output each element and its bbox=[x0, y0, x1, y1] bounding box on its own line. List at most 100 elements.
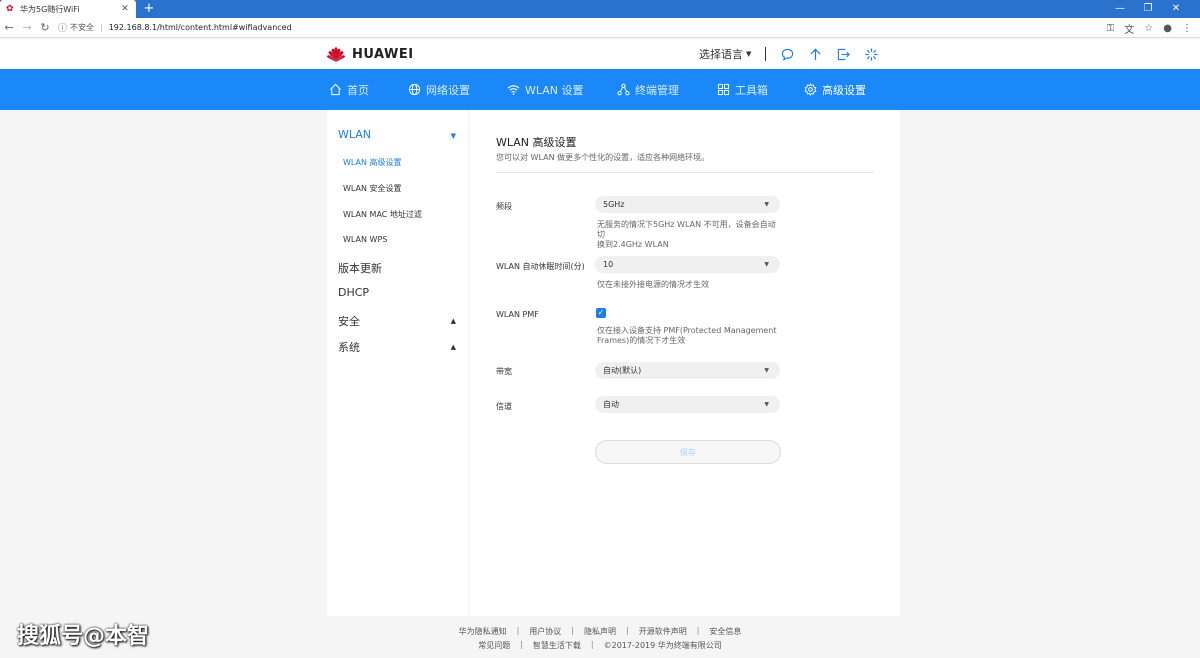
bandwidth-value: 自动(默认) bbox=[603, 366, 642, 375]
globe-icon bbox=[408, 83, 421, 96]
footer-separator: | bbox=[590, 640, 594, 649]
save-button[interactable]: 保存 bbox=[595, 440, 781, 464]
band-value: 5GHz bbox=[603, 200, 625, 209]
forward-icon[interactable]: → bbox=[18, 21, 36, 34]
insecure-label: 不安全 bbox=[70, 23, 95, 32]
huawei-flower-icon bbox=[327, 47, 345, 62]
url-text: 192.168.8.1/html/content.html#wifiadvanc… bbox=[108, 23, 292, 32]
sidebar-item-wlan-mac-filter[interactable]: WLAN MAC 地址过滤 bbox=[343, 209, 422, 220]
caret-down-icon: ▼ bbox=[764, 367, 769, 374]
bandwidth-label: 带宽 bbox=[496, 367, 512, 376]
pmf-checkbox[interactable]: ✓ bbox=[596, 308, 606, 318]
translate-icon[interactable]: 文 bbox=[1124, 21, 1134, 36]
window-close-icon[interactable]: ✕ bbox=[1162, 0, 1190, 18]
loading-spinner-icon bbox=[864, 47, 878, 61]
nav-devices-label: 终端管理 bbox=[635, 83, 679, 97]
caret-down-icon[interactable]: ▼ bbox=[451, 132, 456, 140]
footer-link-privacy-statement[interactable]: 隐私声明 bbox=[584, 626, 616, 637]
message-icon[interactable] bbox=[780, 47, 794, 61]
sidebar-item-wlan-wps[interactable]: WLAN WPS bbox=[343, 235, 387, 244]
nav-home-label: 首页 bbox=[347, 83, 369, 97]
footer-links-row2: 常见问题 | 智慧生活下载 | ©2017-2019 华为终端有限公司 bbox=[0, 640, 1200, 651]
huawei-favicon-icon: ✿ bbox=[6, 3, 14, 14]
new-tab-button[interactable]: + bbox=[142, 0, 156, 18]
section-divider bbox=[496, 172, 874, 173]
channel-select[interactable]: 自动 ▼ bbox=[595, 396, 780, 413]
update-arrow-icon[interactable] bbox=[808, 47, 822, 61]
back-icon[interactable]: ← bbox=[0, 21, 18, 34]
sidebar-group-security[interactable]: 安全 bbox=[338, 313, 360, 329]
sidebar-item-wlan-advanced[interactable]: WLAN 高级设置 bbox=[343, 157, 402, 168]
footer-separator: | bbox=[520, 640, 523, 649]
huawei-logo[interactable]: HUAWEI bbox=[326, 45, 414, 63]
menu-icon[interactable]: ⋮ bbox=[1182, 23, 1192, 34]
footer-separator: | bbox=[571, 626, 574, 635]
tab-close-icon[interactable]: ✕ bbox=[120, 4, 130, 14]
nav-toolbox[interactable]: 工具箱 bbox=[717, 69, 768, 110]
sidebar: WLAN ▼ WLAN 高级设置 WLAN 安全设置 WLAN MAC 地址过滤… bbox=[327, 110, 468, 616]
sidebar-group-dhcp[interactable]: DHCP bbox=[338, 286, 369, 299]
channel-label: 信道 bbox=[496, 402, 512, 411]
footer-links-row1: 华为隐私通知 | 用户协议 | 隐私声明 | 开源软件声明 | 安全信息 bbox=[0, 626, 1200, 637]
footer-link-privacy-notice[interactable]: 华为隐私通知 bbox=[459, 626, 507, 637]
tab-title: 华为5G随行WiFi bbox=[20, 4, 80, 14]
nav-advanced[interactable]: 高级设置 bbox=[804, 69, 866, 110]
logout-icon[interactable] bbox=[836, 47, 850, 61]
sidebar-group-system[interactable]: 系统 bbox=[338, 339, 360, 355]
band-hint-line2: 换到2.4GHz WLAN bbox=[597, 240, 669, 249]
browser-tab[interactable]: ✿ 华为5G随行WiFi ✕ bbox=[0, 0, 136, 18]
footer-link-user-agreement[interactable]: 用户协议 bbox=[529, 626, 561, 637]
caret-up-icon[interactable]: ▲ bbox=[451, 317, 456, 325]
nav-wlan[interactable]: WLAN 设置 bbox=[507, 69, 584, 110]
channel-value: 自动 bbox=[603, 400, 619, 409]
info-icon[interactable]: ⓘ bbox=[58, 21, 67, 34]
nav-advanced-label: 高级设置 bbox=[822, 83, 866, 97]
browser-tab-bar: ✿ 华为5G随行WiFi ✕ + — ❐ ✕ bbox=[0, 0, 1200, 18]
sleep-select[interactable]: 10 ▼ bbox=[595, 256, 780, 273]
main-nav: 首页 网络设置 WLAN 设置 终端管理 工具箱 高级设置 bbox=[0, 69, 1200, 110]
nav-toolbox-label: 工具箱 bbox=[735, 83, 768, 97]
address-bar: ← → ↻ ⓘ 不安全 | 192.168.8.1/html/content.h… bbox=[0, 18, 1200, 38]
caret-down-icon: ▼ bbox=[764, 261, 769, 268]
footer-separator: | bbox=[696, 626, 700, 635]
sleep-hint: 仅在未接外接电源的情况才生效 bbox=[597, 280, 709, 289]
sidebar-group-update[interactable]: 版本更新 bbox=[338, 260, 382, 276]
page-header: HUAWEI 选择语言 ▼ bbox=[0, 39, 1200, 69]
band-hint-line1: 无服务的情况下5GHz WLAN 不可用，设备会自动切 bbox=[597, 220, 776, 239]
band-hint: 无服务的情况下5GHz WLAN 不可用，设备会自动切 换到2.4GHz WLA… bbox=[597, 220, 779, 250]
caret-up-icon[interactable]: ▲ bbox=[451, 343, 456, 351]
url-field[interactable]: ⓘ 不安全 | 192.168.8.1/html/content.html#wi… bbox=[58, 21, 292, 34]
footer-link-security-info[interactable]: 安全信息 bbox=[709, 626, 741, 637]
band-label: 频段 bbox=[496, 202, 512, 211]
caret-down-icon: ▼ bbox=[764, 401, 769, 408]
nav-devices[interactable]: 终端管理 bbox=[617, 69, 679, 110]
brand-name: HUAWEI bbox=[352, 46, 414, 62]
gear-icon bbox=[804, 83, 817, 96]
restore-icon[interactable]: ❐ bbox=[1134, 0, 1162, 18]
sidebar-group-wlan[interactable]: WLAN bbox=[338, 128, 371, 141]
page-footer: 华为隐私通知 | 用户协议 | 隐私声明 | 开源软件声明 | 安全信息 常见问… bbox=[0, 616, 1200, 658]
key-icon[interactable]: ⚿ bbox=[1107, 23, 1115, 34]
reload-icon[interactable]: ↻ bbox=[36, 21, 54, 34]
nav-network[interactable]: 网络设置 bbox=[408, 69, 470, 110]
language-label: 选择语言 bbox=[699, 48, 743, 61]
bandwidth-select[interactable]: 自动(默认) ▼ bbox=[595, 362, 780, 379]
pmf-hint: 仅在接入设备支持 PMF(Protected Management Frames… bbox=[597, 326, 779, 346]
footer-separator: | bbox=[626, 626, 629, 635]
footer-link-open-source[interactable]: 开源软件声明 bbox=[639, 626, 687, 637]
profile-icon[interactable]: ● bbox=[1163, 23, 1172, 34]
toolbox-icon bbox=[717, 83, 730, 96]
nav-home[interactable]: 首页 bbox=[329, 69, 369, 110]
language-selector[interactable]: 选择语言 ▼ bbox=[699, 46, 751, 62]
sleep-label: WLAN 自动休眠时间(分) bbox=[496, 262, 585, 271]
minimize-icon[interactable]: — bbox=[1106, 0, 1134, 18]
nav-wlan-label: WLAN 设置 bbox=[525, 83, 584, 97]
pmf-hint-line1: 仅在接入设备支持 PMF(Protected Management bbox=[597, 326, 777, 335]
band-select[interactable]: 5GHz ▼ bbox=[595, 196, 780, 213]
footer-link-app-download[interactable]: 智慧生活下载 bbox=[533, 640, 581, 651]
pmf-hint-line2: Frames)的情况下才生效 bbox=[597, 336, 686, 345]
sidebar-item-wlan-security[interactable]: WLAN 安全设置 bbox=[343, 183, 402, 194]
caret-down-icon: ▼ bbox=[764, 201, 769, 208]
footer-link-faq[interactable]: 常见问题 bbox=[478, 640, 510, 651]
star-icon[interactable]: ☆ bbox=[1144, 23, 1153, 34]
